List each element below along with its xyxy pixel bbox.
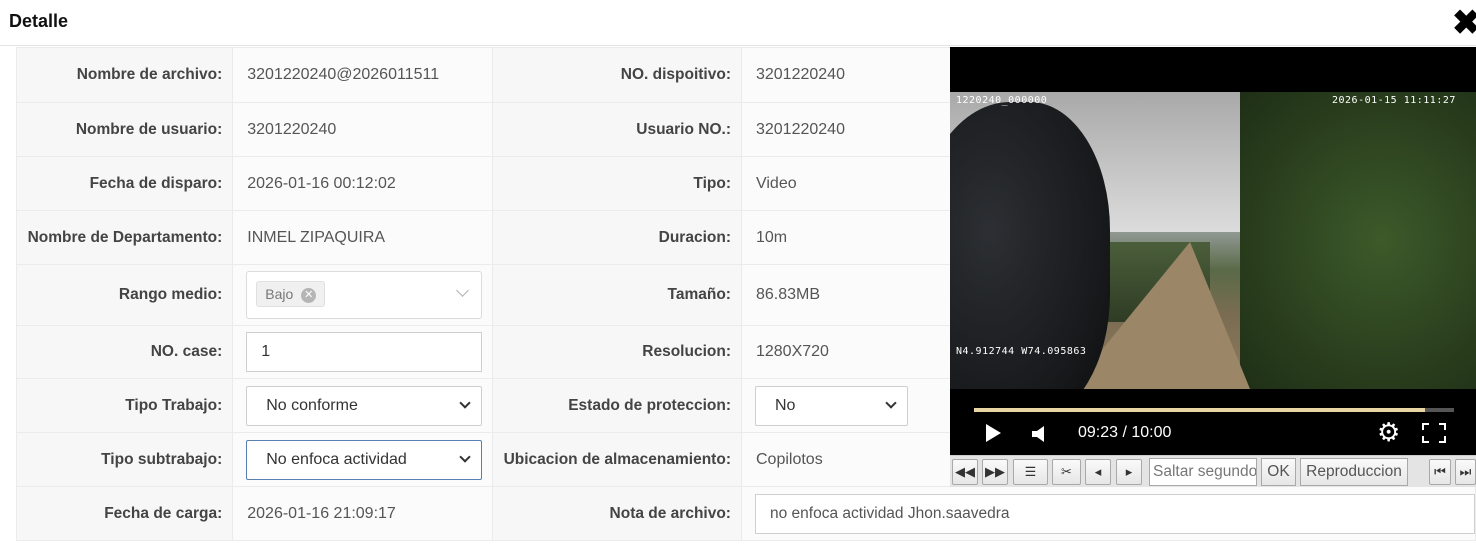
size-label: Tamaño: bbox=[491, 264, 742, 326]
scissors-icon[interactable]: ✂ bbox=[1052, 459, 1081, 485]
case-no-cell: 1 bbox=[232, 325, 493, 379]
skip-start-icon[interactable]: ⏮ bbox=[1429, 459, 1451, 485]
range-label: Rango medio: bbox=[15, 264, 234, 326]
chevron-down-icon bbox=[459, 396, 471, 409]
volume-icon[interactable] bbox=[1032, 425, 1046, 443]
work-type-value: No conforme bbox=[266, 396, 358, 414]
username-value: 3201220240 bbox=[232, 102, 493, 157]
trigger-date-value: 2026-01-16 00:12:02 bbox=[232, 156, 493, 211]
device-no-label: NO. dispoitivo: bbox=[491, 47, 742, 103]
chevron-down-icon bbox=[456, 284, 470, 297]
case-no-label: NO. case: bbox=[15, 325, 234, 379]
username-label: Nombre de usuario: bbox=[15, 102, 234, 157]
file-note-input[interactable]: no enfoca actividad Jhon.saavedra bbox=[754, 493, 1475, 534]
close-icon[interactable]: ✖ bbox=[1452, 6, 1476, 40]
table-row: Fecha de carga: 2026-01-16 21:09:17 Nota… bbox=[15, 486, 1476, 541]
playback-button[interactable]: Reproduccion bbox=[1300, 458, 1408, 486]
frame-forward-icon[interactable]: ▸ bbox=[1116, 459, 1142, 485]
player-toolbar: ◀◀ ▶▶ ☰ ✂ ◂ ▸ Saltar segundos OK Reprodu… bbox=[950, 455, 1476, 487]
play-icon[interactable] bbox=[986, 424, 1001, 442]
frame-back-icon[interactable]: ◂ bbox=[1085, 459, 1111, 485]
filename-value: 3201220240@2026011511 bbox=[232, 47, 493, 103]
protection-select[interactable]: No bbox=[754, 385, 908, 426]
seek-seconds-input[interactable]: Saltar segundos bbox=[1149, 458, 1257, 486]
resolution-label: Resolucion: bbox=[491, 325, 742, 379]
range-tag-label: Bajo bbox=[265, 286, 294, 302]
subwork-type-select[interactable]: No enfoca actividad bbox=[246, 439, 483, 480]
osd-coordinates: N4.912744 W74.095863 bbox=[956, 346, 1087, 357]
protection-value: No bbox=[774, 396, 796, 414]
work-type-label: Tipo Trabajo: bbox=[15, 378, 234, 433]
trigger-date-label: Fecha de disparo: bbox=[15, 156, 234, 211]
work-type-cell: No conforme bbox=[232, 378, 493, 433]
video-trees bbox=[1240, 92, 1476, 389]
protection-label: Estado de proteccion: bbox=[491, 378, 742, 433]
skip-end-icon[interactable]: ⏭ bbox=[1455, 459, 1476, 485]
chevron-down-icon bbox=[459, 450, 471, 463]
time-display: 09:23 / 10:00 bbox=[1078, 424, 1172, 441]
rewind-icon[interactable]: ◀◀ bbox=[952, 459, 978, 485]
chevron-down-icon bbox=[885, 396, 897, 409]
duration-label: Duracion: bbox=[491, 210, 742, 265]
video-frame[interactable]: 1220240_000000 2026-01-15 11:11:27 N4.91… bbox=[950, 92, 1476, 389]
user-no-label: Usuario NO.: bbox=[491, 102, 742, 157]
range-select[interactable]: Bajo ✕ bbox=[246, 271, 483, 319]
dialog-title: Detalle bbox=[9, 11, 69, 31]
file-note-cell: no enfoca actividad Jhon.saavedra bbox=[740, 486, 1476, 541]
osd-device-id: 1220240_000000 bbox=[956, 95, 1048, 106]
type-label: Tipo: bbox=[491, 156, 742, 211]
case-no-input[interactable]: 1 bbox=[246, 332, 483, 372]
department-label: Nombre de Departamento: bbox=[15, 210, 234, 265]
video-player[interactable]: 1220240_000000 2026-01-15 11:11:27 N4.91… bbox=[950, 47, 1476, 457]
dialog-header: Detalle ✖ bbox=[0, 0, 1476, 46]
upload-date-value: 2026-01-16 21:09:17 bbox=[232, 486, 493, 541]
work-type-select[interactable]: No conforme bbox=[246, 385, 483, 426]
subwork-type-cell: No enfoca actividad bbox=[232, 432, 493, 487]
fullscreen-icon[interactable] bbox=[1422, 423, 1446, 443]
department-value: INMEL ZIPAQUIRA bbox=[232, 210, 493, 265]
remove-tag-icon[interactable]: ✕ bbox=[301, 287, 317, 303]
progress-bar[interactable] bbox=[974, 408, 1454, 412]
osd-timestamp: 2026-01-15 11:11:27 bbox=[1332, 95, 1456, 106]
list-icon[interactable]: ☰ bbox=[1013, 459, 1048, 485]
filename-label: Nombre de archivo: bbox=[15, 47, 234, 103]
progress-fill bbox=[974, 408, 1426, 412]
file-note-label: Nota de archivo: bbox=[491, 486, 742, 541]
storage-location-label: Ubicacion de almacenamiento: bbox=[491, 432, 742, 487]
subwork-type-value: No enfoca actividad bbox=[266, 450, 407, 468]
upload-date-label: Fecha de carga: bbox=[15, 486, 234, 541]
subwork-type-label: Tipo subtrabajo: bbox=[15, 432, 234, 487]
range-tag: Bajo ✕ bbox=[256, 281, 326, 307]
range-cell: Bajo ✕ bbox=[232, 264, 493, 326]
ok-button[interactable]: OK bbox=[1261, 458, 1296, 486]
gear-icon[interactable]: ⚙ bbox=[1377, 419, 1400, 445]
fast-forward-icon[interactable]: ▶▶ bbox=[982, 459, 1008, 485]
